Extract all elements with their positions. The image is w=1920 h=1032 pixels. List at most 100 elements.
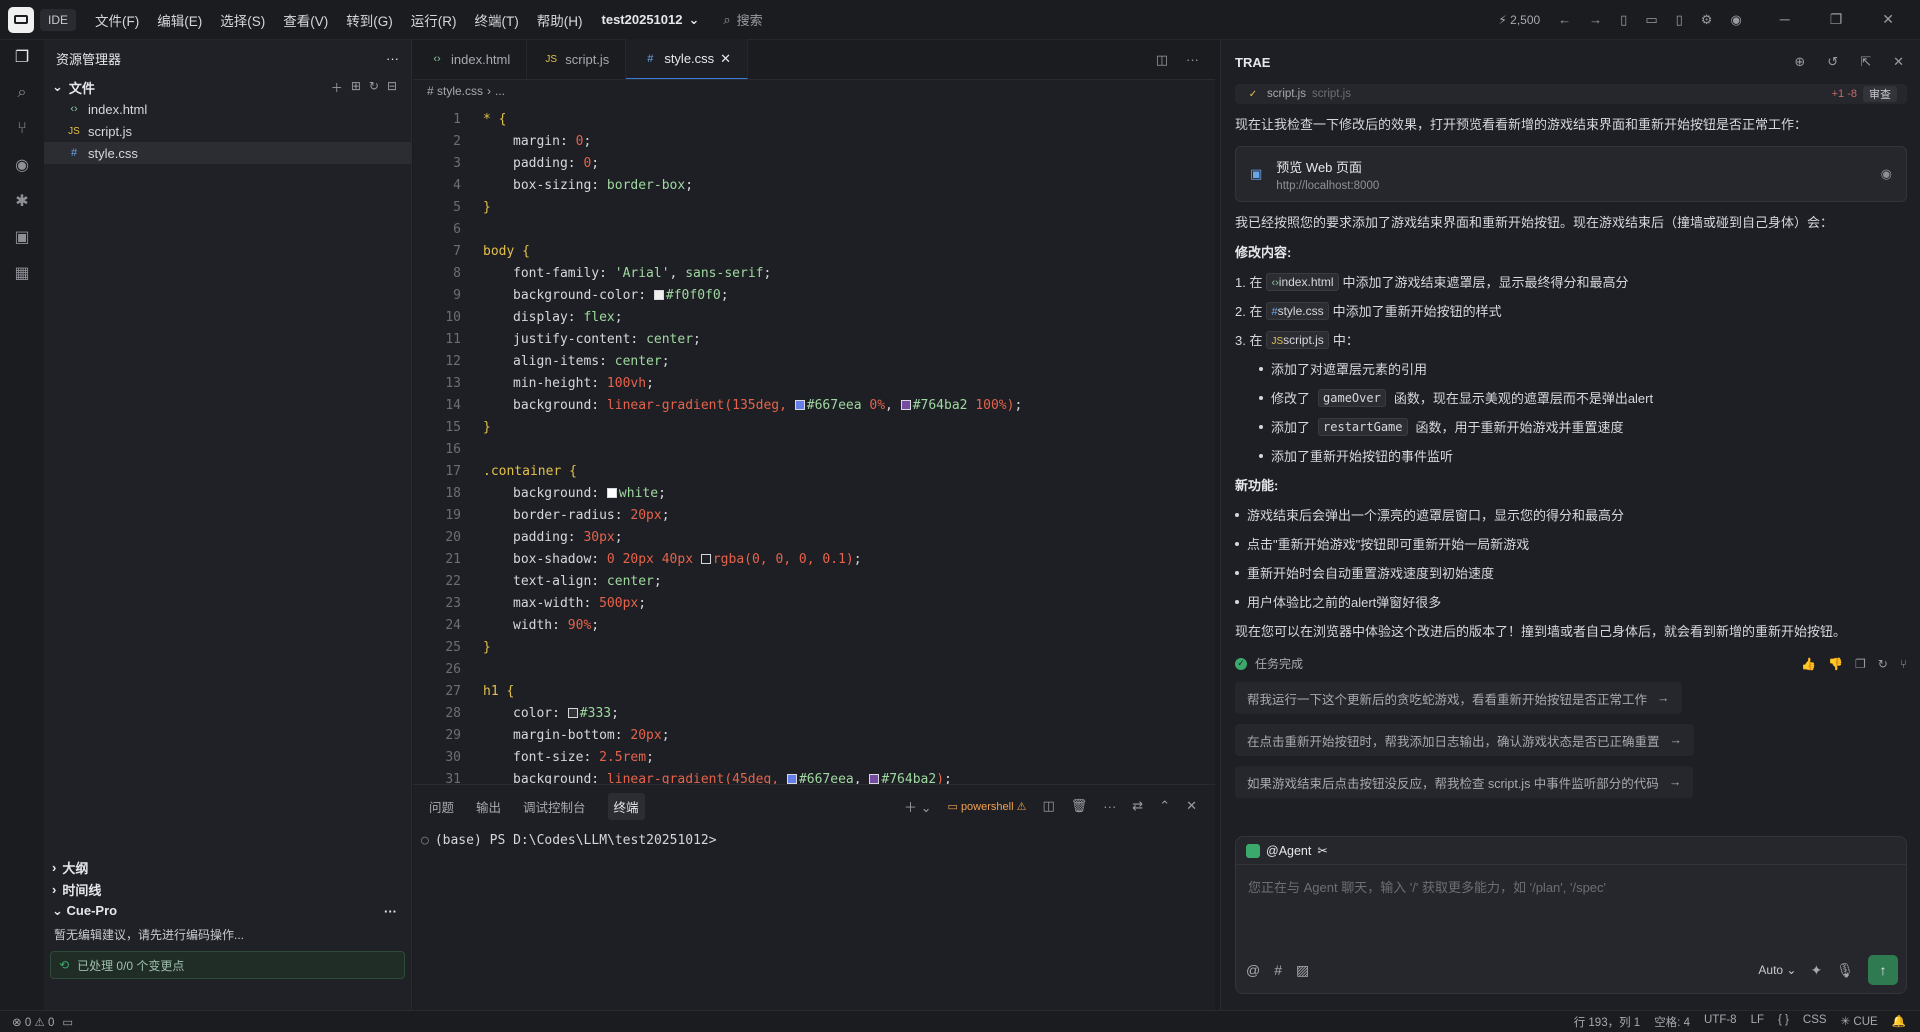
encoding[interactable]: UTF-8 [1704,1014,1737,1030]
tab-style-css[interactable]: # style.css ✕ [626,39,749,79]
menu-help[interactable]: 帮助(H) [528,10,592,30]
refresh-icon[interactable]: ↻ [369,79,379,96]
account-icon[interactable]: ◉ [1730,12,1741,28]
eye-icon[interactable]: ◉ [1881,166,1892,182]
tab-debug-console[interactable]: 调试控制台 [523,797,586,816]
mention-icon[interactable]: @ [1246,962,1260,978]
remote-icon[interactable]: ▣ [11,226,33,248]
problems-indicator[interactable]: ⊗ 0 ⚠ 0 [12,1015,54,1029]
menu-file[interactable]: 文件(F) [86,10,148,30]
settings-gear-icon[interactable]: ⚙ [1701,12,1713,28]
preview-eye-icon[interactable]: ◉ [11,154,33,176]
debug-icon[interactable]: ✱ [11,190,33,212]
model-selector[interactable]: Auto ⌄ [1758,963,1796,977]
microphone-icon[interactable]: 🎙 [1836,962,1854,979]
indentation[interactable]: 空格: 4 [1654,1014,1690,1030]
explorer-icon[interactable]: ❐ [11,46,33,68]
open-external-icon[interactable]: ⇱ [1860,54,1871,70]
menu-terminal[interactable]: 终端(T) [466,10,528,30]
remote-status-icon[interactable]: ▭ [62,1015,73,1029]
file-item-index-html[interactable]: ‹› index.html [44,98,411,120]
close-panel-icon[interactable]: ✕ [1186,798,1197,814]
terminal-shell-selector[interactable]: ▭ powershell ⚠ [947,800,1026,813]
thumbs-down-icon[interactable]: 👎 [1828,657,1843,671]
split-editor-icon[interactable]: ◫ [1156,52,1168,68]
more-actions-icon[interactable]: ··· [384,904,397,919]
send-button[interactable]: ↑ [1868,955,1898,985]
tab-script-js[interactable]: JS script.js [527,39,627,79]
collapse-all-icon[interactable]: ⊟ [387,79,397,96]
global-search[interactable]: ⌕ 搜索 [723,10,762,29]
restore-icon[interactable]: ❐ [1830,11,1843,28]
tab-index-html[interactable]: ‹› index.html [413,39,528,79]
image-icon[interactable]: ▨ [1296,962,1309,979]
timeline-section[interactable]: › 时间线 [44,878,411,900]
folder-section[interactable]: ⌄ 文件 ＋ ⊞ ↻ ⊟ [44,76,411,98]
agent-selector[interactable]: @Agent ✂ [1236,837,1906,865]
close-panel-icon[interactable]: ✕ [1893,54,1904,70]
terminal-prompt-line[interactable]: ○ (base) PS D:\Codes\LLM\test20251012> [413,833,1215,848]
toggle-ai-panel-icon[interactable]: ▯ [1676,12,1683,28]
suggestion-button[interactable]: 在点击重新开始按钮时，帮我添加日志输出，确认游戏状态是否已正确重置 → [1235,724,1695,756]
more-actions-icon[interactable]: ··· [386,51,399,66]
menu-run[interactable]: 运行(R) [402,10,466,30]
suggestion-button[interactable]: 帮我运行一下这个更新后的贪吃蛇游戏，看看重新开始按钮是否正常工作 → [1235,682,1682,714]
menu-edit[interactable]: 编辑(E) [148,10,211,30]
regenerate-icon[interactable]: ↻ [1878,657,1888,671]
line-ending[interactable]: LF [1751,1014,1764,1030]
ide-mode-chip[interactable]: IDE [40,8,77,31]
maximize-panel-icon[interactable]: ⌃ [1159,798,1170,814]
copy-icon[interactable]: ❐ [1855,657,1866,671]
tab-output[interactable]: 输出 [476,797,501,816]
tab-problems[interactable]: 问题 [429,797,454,816]
toggle-sidebar-icon[interactable]: ▯ [1620,12,1627,28]
source-control-icon[interactable]: ⑂ [11,118,33,140]
language-mode[interactable]: CSS [1803,1014,1827,1030]
breadcrumb-symbol[interactable]: ... [495,84,505,98]
close-tab-icon[interactable]: ✕ [720,51,731,67]
cue-status[interactable]: ✳ CUE [1841,1014,1878,1030]
cursor-position[interactable]: 行 193，列 1 [1574,1014,1640,1030]
breadcrumb-file[interactable]: # style.css [427,84,483,98]
app-logo-icon[interactable] [8,6,34,33]
menu-go[interactable]: 转到(G) [337,10,402,30]
back-arrow-icon[interactable]: ← [1558,12,1571,27]
forward-arrow-icon[interactable]: → [1589,12,1602,27]
preview-web-card[interactable]: ▣ 预览 Web 页面 http://localhost:8000 ◉ [1235,146,1907,202]
file-item-style-css[interactable]: # style.css [44,142,411,164]
split-terminal-icon[interactable]: ◫ [1042,798,1054,814]
notifications-bell-icon[interactable]: 🔔 [1892,1014,1906,1030]
branch-icon[interactable]: ⑂ [1900,657,1907,671]
history-icon[interactable]: ↺ [1827,54,1838,70]
tab-terminal[interactable]: 终端 [607,792,645,820]
file-reference-chip[interactable]: ‹›index.html [1266,272,1339,291]
changed-file-chip[interactable]: ✓ script.js script.js +1 -8 审查 [1235,84,1907,104]
thumbs-up-icon[interactable]: 👍 [1801,657,1816,671]
trash-icon[interactable]: 🗑 [1071,798,1088,814]
file-reference-chip[interactable]: JSscript.js [1266,330,1329,349]
hash-icon[interactable]: # [1274,962,1282,978]
review-button[interactable]: 审查 [1863,86,1897,102]
credits-counter[interactable]: ⚡ 2,500 [1498,13,1540,27]
close-window-icon[interactable]: ✕ [1882,11,1894,28]
chat-input[interactable]: 您正在与 Agent 聊天，输入 '/' 获取更多能力，如 '/plan', '… [1236,865,1906,908]
project-selector[interactable]: test20251012 ⌄ [602,12,700,28]
brackets-icon[interactable]: { } [1778,1014,1789,1030]
panel-layout-icon[interactable]: ⇄ [1132,798,1143,814]
new-file-icon[interactable]: ＋ [331,79,343,96]
new-folder-icon[interactable]: ⊞ [351,79,361,96]
toggle-panel-icon[interactable]: ▭ [1645,12,1657,28]
new-terminal-icon[interactable]: ＋ ⌄ [904,797,932,816]
file-reference-chip[interactable]: #style.css [1266,301,1329,320]
suggestion-button[interactable]: 如果游戏结束后点击按钮没反应，帮我检查 script.js 中事件监听部分的代码… [1235,766,1694,798]
more-actions-icon[interactable]: ··· [1103,799,1116,814]
sparkle-icon[interactable]: ✦ [1810,962,1822,979]
file-item-script-js[interactable]: JS script.js [44,120,411,142]
menu-selection[interactable]: 选择(S) [211,10,274,30]
code-editor[interactable]: 1 * { 2 margin: 0; 3 padding: 0; 4 box-sizin… [413,108,1215,785]
cue-pro-section[interactable]: ⌄ Cue-Pro ··· [44,900,411,922]
more-actions-icon[interactable]: ··· [1186,52,1199,68]
menu-view[interactable]: 查看(V) [274,10,337,30]
outline-section[interactable]: › 大纲 [44,856,411,878]
minimize-icon[interactable]: ─ [1780,11,1790,28]
